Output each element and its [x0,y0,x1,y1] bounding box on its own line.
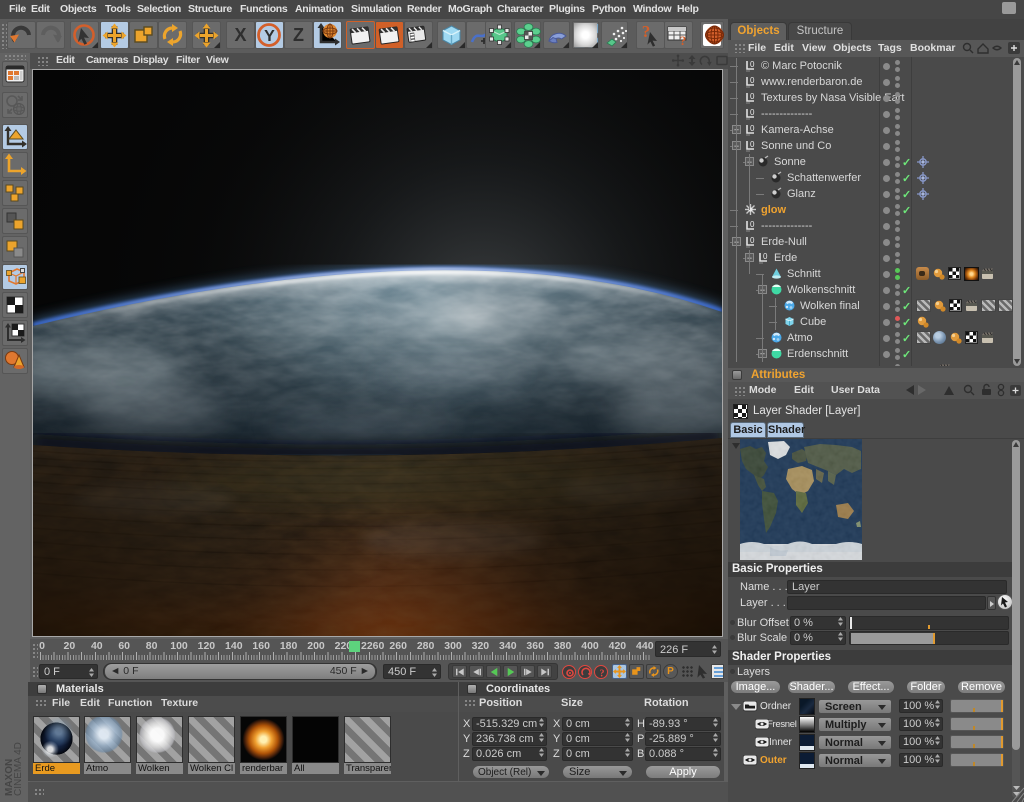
svg-text:0: 0 [750,220,755,229]
svg-text:?: ? [680,33,687,48]
svg-text:0: 0 [750,124,755,133]
svg-text:X: X [234,25,246,45]
svg-text:?: ? [600,669,605,680]
svg-text:Y: Y [264,28,275,45]
svg-text:0: 0 [750,108,755,117]
svg-text:0: 0 [763,252,768,261]
svg-text:0: 0 [750,60,755,69]
svg-text:0: 0 [750,92,755,101]
svg-text:Z: Z [293,25,304,45]
svg-text:0: 0 [750,76,755,85]
svg-text:0: 0 [750,140,755,149]
svg-text:0: 0 [750,236,755,245]
